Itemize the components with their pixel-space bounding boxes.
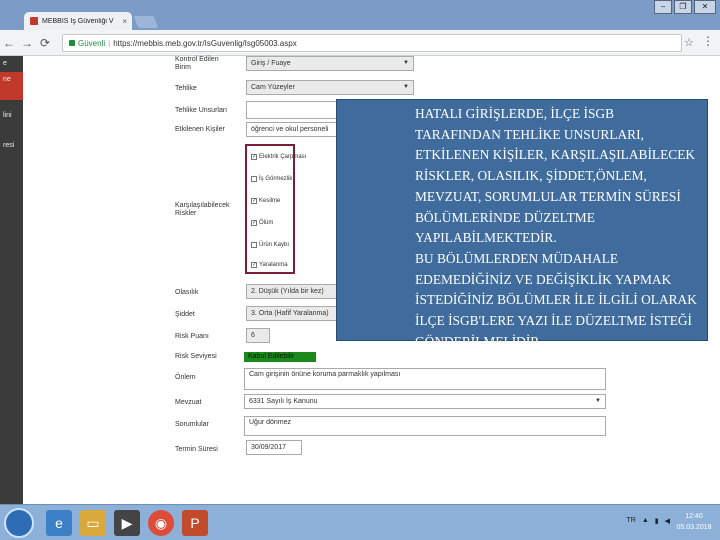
checked-icon: ✓ [251, 220, 258, 226]
powerpoint-icon[interactable]: P [182, 510, 208, 536]
browser-toolbar: ← → ⟳ Güvenli | https://mebbis.meb.gov.t… [0, 30, 720, 56]
checkbox-kesilme[interactable]: ✓ Kesilme [251, 198, 280, 204]
browser-titlebar: MEBBİS İş Güvenliği V × – ❐ ✕ [0, 0, 720, 30]
sidebar-item-4[interactable]: resi [0, 138, 23, 166]
checked-icon: ✓ [251, 154, 258, 160]
windows-taskbar: e ▭ ▶ ◉ P TR ▲ ▮ ◀ 12:40 05.03.2018 [0, 504, 720, 540]
termin-label: Termin Süresi [175, 446, 218, 453]
checkbox-is-gormezlik[interactable]: İş Görmezlik [251, 176, 292, 182]
chevron-down-icon: ▼ [595, 398, 601, 404]
siddet-label: Şiddet [175, 311, 195, 318]
close-window-button[interactable]: ✕ [694, 0, 716, 14]
mebbis-favicon-icon [30, 17, 38, 25]
sorumlular-textarea[interactable]: Uğur dönmez [244, 416, 606, 436]
chrome-icon[interactable]: ◉ [148, 510, 174, 536]
network-icon[interactable]: ▮ [655, 517, 659, 525]
address-bar[interactable]: Güvenli | https://mebbis.meb.gov.tr/IsGu… [62, 34, 682, 52]
secure-label: Güvenli [78, 38, 106, 48]
risk-checkbox-group: ✓ Elektrik Çarpması İş Görmezlik ✓ Kesilme… [245, 144, 306, 274]
mevzuat-label: Mevzuat [175, 399, 202, 406]
mevzuat-select[interactable]: 6331 Sayılı İş Kanunu ▼ [244, 394, 606, 409]
overlay-paragraph-1: HATALI GİRİŞLERDE, İLÇE İSGB TARAFINDAN … [415, 106, 696, 246]
warning-overlay: HATALI GİRİŞLERDE, İLÇE İSGB TARAFINDAN … [336, 99, 708, 349]
lock-icon [69, 40, 75, 46]
checked-icon: ✓ [251, 262, 258, 268]
back-arrow-icon[interactable]: ← [0, 36, 18, 50]
risk-seviyesi-label: Risk Seviyesi [175, 353, 217, 360]
left-sidebar: e ne lini resi [0, 56, 23, 504]
browser-menu-icon[interactable]: ⋮ [702, 34, 714, 48]
maximize-button[interactable]: ❐ [674, 0, 692, 14]
tab-title: MEBBİS İş Güvenliği V [42, 17, 114, 25]
risk-puani-value: 6 [246, 328, 270, 343]
checkbox-label: Ölüm [259, 220, 274, 226]
unchecked-icon [251, 176, 257, 182]
clock[interactable]: 12:40 05.03.2018 [674, 511, 714, 533]
new-tab-button[interactable] [133, 16, 159, 28]
window-controls: – ❐ ✕ [654, 0, 716, 14]
kontrol-label: Kontrol Edilen Birim [175, 56, 219, 71]
chevron-down-icon: ▼ [403, 84, 409, 90]
system-tray: TR ▲ ▮ ◀ [626, 517, 670, 525]
checkbox-label: Kesilme [259, 198, 281, 204]
minimize-button[interactable]: – [654, 0, 672, 14]
sorumlular-label: Sorumlular [175, 421, 209, 428]
etkilenen-input[interactable]: öğrenci ve okul personeli [246, 122, 338, 137]
etkilenen-label: Etkilenen Kişiler [175, 126, 225, 133]
file-explorer-icon[interactable]: ▭ [80, 510, 106, 536]
tehlike-select-value: Cam Yüzeyler [251, 84, 295, 91]
checkbox-label: Ürün Kaybı [259, 242, 290, 248]
olasilik-select[interactable]: 2. Düşük (Yılda bir kez) [246, 284, 338, 299]
tehlike-unsurlari-input[interactable] [246, 101, 338, 119]
tehlike-label: Tehlike [175, 85, 197, 92]
media-player-icon[interactable]: ▶ [114, 510, 140, 536]
onlem-label: Önlem [175, 374, 196, 381]
sidebar-item-2[interactable]: ne [0, 72, 23, 100]
riskler-label: Karşılaşılabilecek Riskler [175, 202, 230, 217]
checkbox-label: Yaralanma [259, 262, 288, 268]
unchecked-icon [251, 242, 257, 248]
overlay-paragraph-2: BU BÖLÜMLERDEN MÜDAHALE EDEMEDİĞİNİZ VE … [415, 250, 697, 349]
clock-time: 12:40 [685, 513, 703, 520]
siddet-select[interactable]: 3. Orta (Hafif Yaralanma) [246, 306, 338, 321]
risk-seviyesi-bar: Kabul Edilebilir [244, 352, 316, 362]
checkbox-label: Elektrik Çarpması [259, 154, 307, 160]
checkbox-olum[interactable]: ✓ Ölüm [251, 220, 273, 226]
termin-input[interactable]: 30/09/2017 [246, 440, 302, 455]
kontrol-select[interactable]: Giriş / Fuaye ▼ [246, 56, 414, 71]
bookmark-star-icon[interactable]: ☆ [684, 36, 694, 49]
checkbox-urun-kaybi[interactable]: Ürün Kaybı [251, 242, 289, 248]
checkbox-yaralanma[interactable]: ✓ Yaralanma [251, 262, 288, 268]
chevron-down-icon: ▼ [403, 60, 409, 66]
internet-explorer-icon[interactable]: e [46, 510, 72, 536]
browser-tab[interactable]: MEBBİS İş Güvenliği V × [24, 12, 132, 30]
risk-puani-label: Risk Puanı [175, 333, 209, 340]
sidebar-item-3[interactable]: lini [0, 108, 23, 136]
kontrol-select-value: Giriş / Fuaye [251, 60, 291, 67]
reload-icon[interactable]: ⟳ [36, 36, 54, 50]
onlem-textarea[interactable]: Cam girişinin önüne koruma parmaklık yap… [244, 368, 606, 390]
checked-icon: ✓ [251, 198, 258, 204]
checkbox-elektrik[interactable]: ✓ Elektrik Çarpması [251, 154, 306, 160]
address-separator: | [108, 38, 111, 48]
checkbox-label: İş Görmezlik [259, 176, 293, 182]
forward-arrow-icon[interactable]: → [18, 36, 36, 50]
tab-close-icon[interactable]: × [122, 17, 132, 26]
language-indicator[interactable]: TR [626, 517, 635, 525]
volume-icon[interactable]: ◀ [665, 517, 670, 525]
start-button-icon[interactable] [4, 508, 34, 538]
tray-arrow-icon[interactable]: ▲ [642, 517, 649, 525]
tehlike-select[interactable]: Cam Yüzeyler ▼ [246, 80, 414, 95]
clock-date: 05.03.2018 [676, 524, 712, 531]
mevzuat-select-value: 6331 Sayılı İş Kanunu [249, 398, 318, 405]
tehlike-unsurlari-label: Tehlike Unsurları [175, 107, 228, 114]
olasilik-label: Olasılık [175, 289, 199, 296]
url-text[interactable]: https://mebbis.meb.gov.tr/IsGuvenlig/Isg… [113, 39, 297, 48]
